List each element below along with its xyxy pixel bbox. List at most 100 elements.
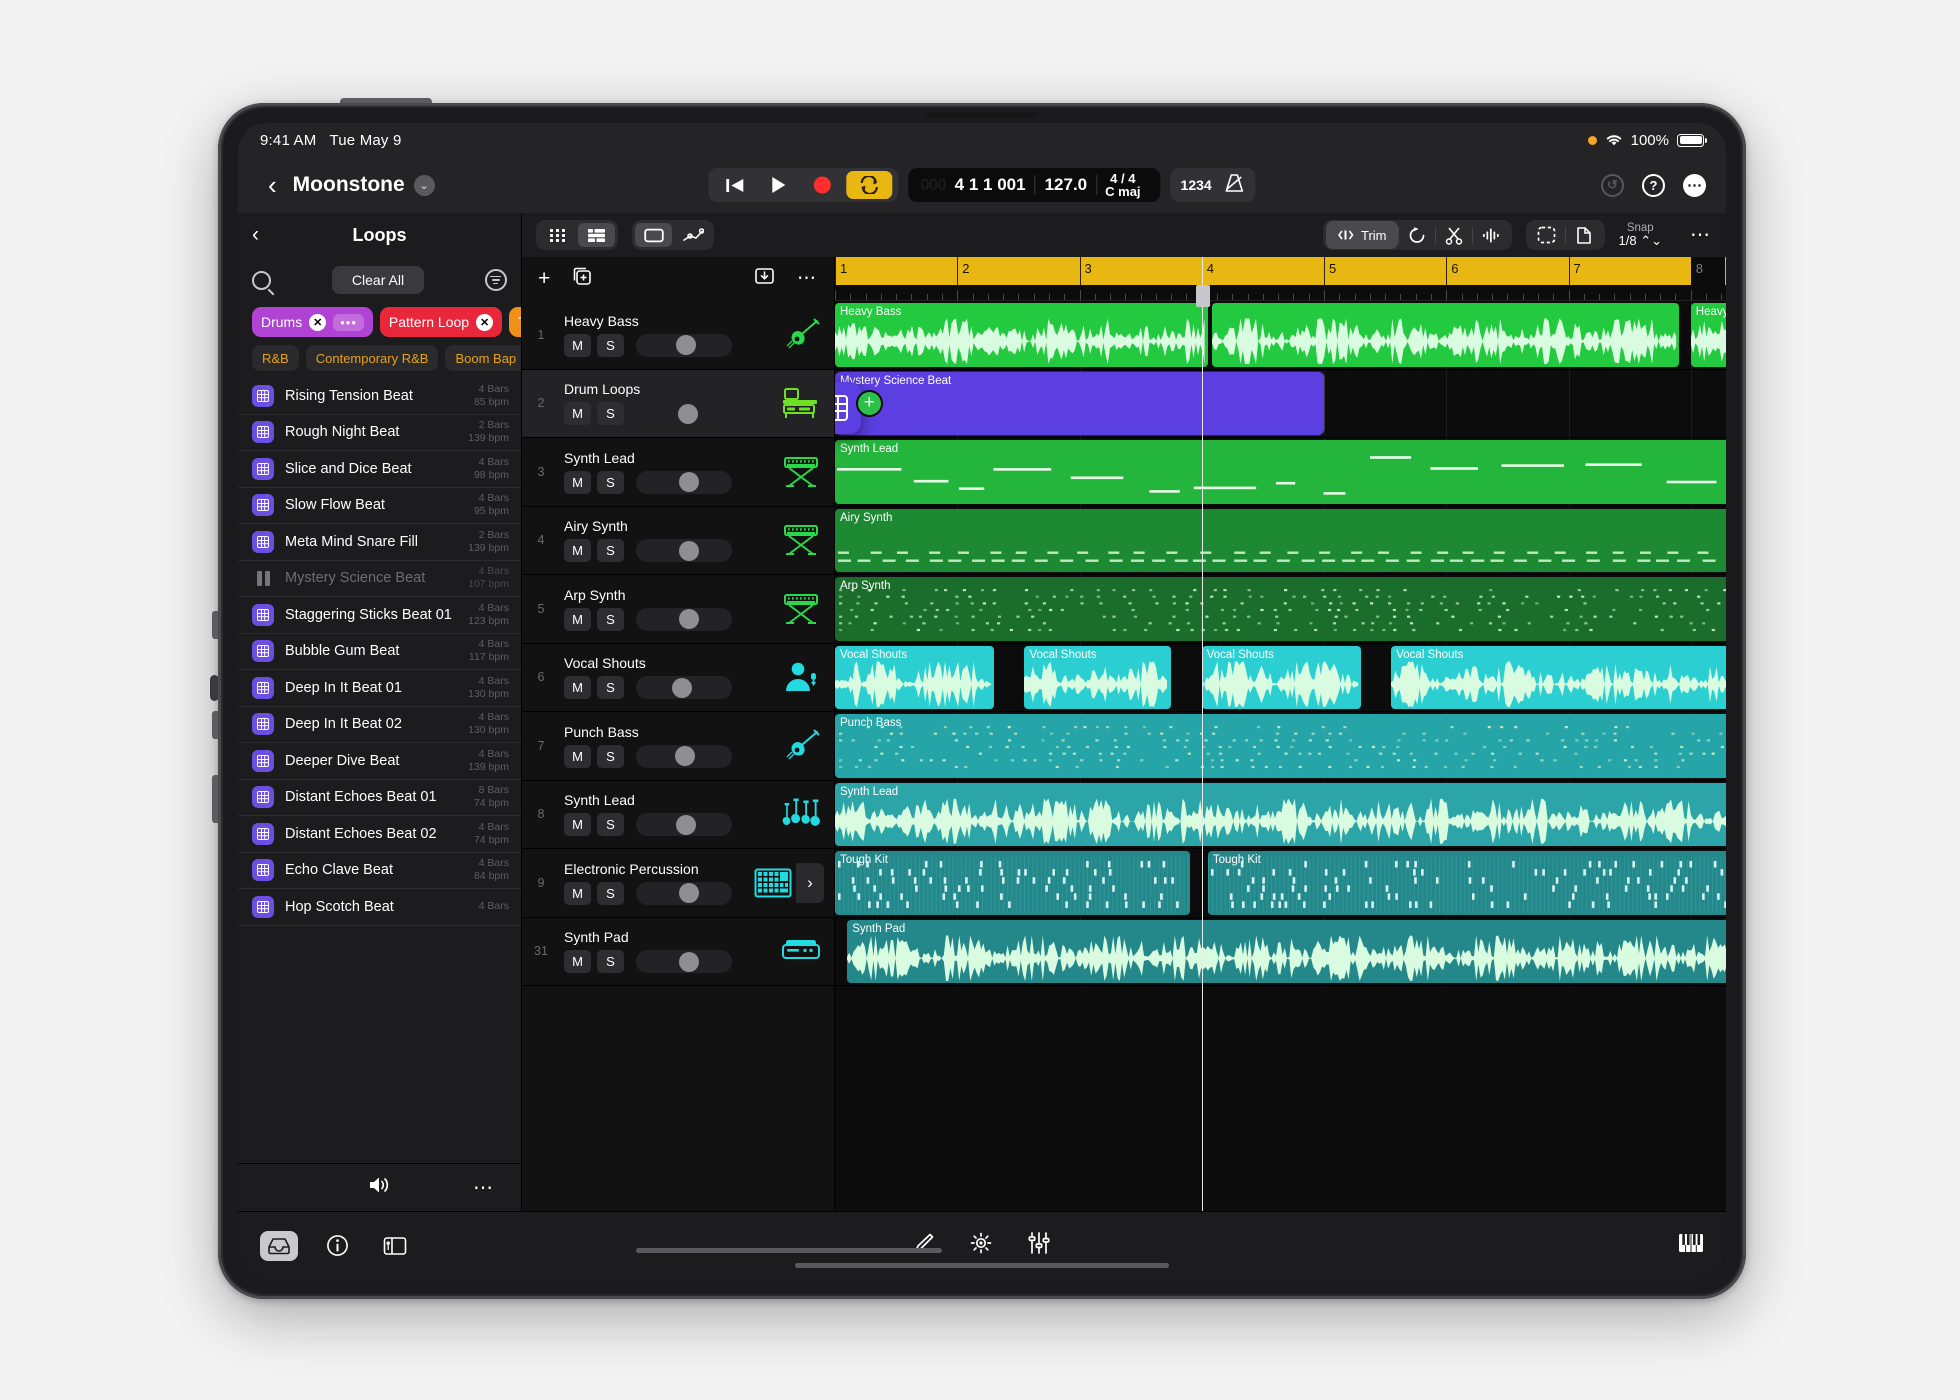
lcd-display[interactable]: 000 4 1 1 001 127.0 4 / 4 C maj bbox=[908, 168, 1161, 202]
track-instrument-icon[interactable] bbox=[778, 318, 824, 352]
track-instrument-icon[interactable] bbox=[778, 729, 824, 763]
region-mode-icon[interactable] bbox=[635, 223, 672, 247]
solo-button[interactable]: S bbox=[597, 607, 624, 631]
track-instrument-icon[interactable] bbox=[750, 868, 796, 898]
help-icon[interactable]: ? bbox=[1642, 173, 1665, 197]
solo-button[interactable]: S bbox=[597, 333, 624, 357]
header-back-button[interactable]: ‹ bbox=[258, 172, 287, 198]
mixer-icon[interactable] bbox=[1027, 1231, 1051, 1260]
close-icon[interactable]: ✕ bbox=[309, 313, 327, 331]
timeline-lane[interactable]: Synth Lead bbox=[835, 438, 1726, 507]
home-indicator[interactable] bbox=[795, 1263, 1169, 1268]
timeline-region[interactable] bbox=[1211, 303, 1679, 367]
loop-list-item[interactable]: Rising Tension Beat 4 Bars 85 bpm bbox=[238, 378, 521, 415]
track-instrument-icon[interactable] bbox=[778, 523, 824, 557]
trim-tool-button[interactable]: Trim bbox=[1326, 221, 1398, 249]
count-in-button[interactable]: 1234 bbox=[1181, 177, 1212, 193]
volume-slider[interactable] bbox=[636, 539, 732, 563]
loop-list-item[interactable]: Bubble Gum Beat 4 Bars 117 bpm bbox=[238, 634, 521, 670]
timeline-lane[interactable]: Airy Synth bbox=[835, 506, 1726, 575]
automation-icon[interactable] bbox=[969, 1231, 993, 1260]
marquee-tool-icon[interactable] bbox=[1529, 221, 1565, 249]
play-button[interactable] bbox=[758, 171, 798, 199]
timeline-lane[interactable]: Mystery Science Beat bbox=[835, 369, 1726, 438]
timeline-lane[interactable]: Tough Kit Tough Kit bbox=[835, 849, 1726, 918]
fade-tool-icon[interactable] bbox=[1473, 221, 1509, 249]
track-header-row[interactable]: 7 Punch Bass M S bbox=[522, 712, 834, 781]
duplicate-tool-icon[interactable] bbox=[1566, 221, 1602, 249]
timeline-lane[interactable]: Punch Bass bbox=[835, 712, 1726, 781]
playhead[interactable] bbox=[1195, 257, 1210, 1211]
timeline-region[interactable]: Vocal Shouts bbox=[835, 645, 994, 709]
volume-down-button[interactable] bbox=[212, 711, 218, 739]
search-icon[interactable] bbox=[252, 270, 271, 290]
track-header-row[interactable]: 1 Heavy Bass M S bbox=[522, 301, 834, 370]
track-header-row[interactable]: 8 Synth Lead M S bbox=[522, 781, 834, 849]
volume-slider[interactable] bbox=[636, 470, 732, 494]
add-region-badge-icon[interactable]: + bbox=[855, 389, 883, 417]
loop-list-item[interactable]: Mystery Science Beat 4 Bars 107 bpm bbox=[238, 561, 521, 597]
timeline-region[interactable]: Vocal Shouts bbox=[1201, 645, 1361, 709]
loop-list-item[interactable]: Distant Echoes Beat 02 4 Bars 74 bpm bbox=[238, 816, 521, 853]
filter-chip-trap[interactable]: Trap ✕ bbox=[509, 307, 521, 337]
track-instrument-icon[interactable] bbox=[778, 455, 824, 489]
snap-selector[interactable]: Snap 1/8 ⌃⌄ bbox=[1619, 222, 1668, 248]
timeline-lane[interactable]: Vocal Shouts Vocal Shouts Vocal Shouts Voca… bbox=[835, 643, 1726, 712]
timeline-region[interactable]: Tough Kit bbox=[1207, 851, 1726, 915]
solo-button[interactable]: S bbox=[597, 539, 624, 563]
add-track-icon[interactable]: + bbox=[538, 267, 550, 291]
filter-chip-pattern-loop[interactable]: Pattern Loop ✕ bbox=[379, 307, 503, 337]
filter-chip-drums[interactable]: Drums ✕ ••• bbox=[252, 307, 373, 337]
track-header-row[interactable]: 9 Electronic Percussion M S › bbox=[522, 849, 834, 918]
timeline-region[interactable]: Synth Pad bbox=[847, 919, 1726, 983]
timeline-lane[interactable]: Synth Pad bbox=[835, 917, 1726, 986]
pencil-icon[interactable] bbox=[913, 1232, 935, 1259]
timeline-region[interactable]: Synth Lead bbox=[835, 782, 1726, 846]
mute-button[interactable]: M bbox=[564, 881, 591, 905]
track-instrument-icon[interactable] bbox=[778, 592, 824, 626]
filter-icon[interactable] bbox=[484, 269, 507, 291]
loop-list-item[interactable]: Rough Night Beat 2 Bars 139 bpm bbox=[238, 415, 521, 451]
track-instrument-icon[interactable] bbox=[778, 797, 824, 831]
timeline-region[interactable]: Vocal Shouts bbox=[1391, 645, 1726, 709]
track-instrument-icon[interactable] bbox=[778, 937, 824, 965]
solo-button[interactable]: S bbox=[597, 950, 624, 974]
timeline-region[interactable]: Mystery Science Beat bbox=[835, 371, 1324, 435]
timeline-region[interactable]: Heavy Bass bbox=[1690, 303, 1726, 367]
solo-button[interactable]: S bbox=[597, 402, 624, 426]
solo-button[interactable]: S bbox=[597, 676, 624, 700]
mute-button[interactable]: M bbox=[564, 470, 591, 494]
timeline-region[interactable]: Arp Synth bbox=[835, 577, 1726, 641]
power-button[interactable] bbox=[340, 98, 432, 105]
record-button[interactable] bbox=[802, 171, 842, 199]
timeline-region[interactable]: Vocal Shouts bbox=[1024, 645, 1172, 709]
mute-button[interactable]: M bbox=[564, 333, 591, 357]
info-icon[interactable] bbox=[318, 1231, 356, 1261]
track-header-row[interactable]: 2 Drum Loops M S bbox=[522, 369, 834, 438]
loop-list-item[interactable]: Deep In It Beat 02 4 Bars 130 bpm bbox=[238, 707, 521, 743]
mute-button[interactable]: M bbox=[564, 607, 591, 631]
timeline-lane[interactable]: Heavy Bass Heavy Bass bbox=[835, 301, 1726, 370]
automation-mode-icon[interactable] bbox=[674, 223, 711, 247]
playhead-handle[interactable] bbox=[1195, 285, 1210, 307]
volume-up-button[interactable] bbox=[212, 611, 218, 639]
loop-list-item[interactable]: Echo Clave Beat 4 Bars 84 bpm bbox=[238, 853, 521, 889]
track-header-row[interactable]: 4 Airy Synth M S bbox=[522, 507, 834, 575]
loop-list[interactable]: Rising Tension Beat 4 Bars 85 bpm Rough Nig… bbox=[238, 378, 521, 1163]
timeline-region[interactable]: Airy Synth bbox=[835, 508, 1726, 572]
chevron-down-icon[interactable]: ⌄ bbox=[413, 174, 435, 196]
volume-slider[interactable] bbox=[636, 881, 732, 905]
mute-button[interactable]: M bbox=[564, 676, 591, 700]
track-instrument-icon[interactable] bbox=[778, 660, 824, 694]
loop-browser-icon[interactable] bbox=[260, 1230, 298, 1261]
grid-view-icon[interactable] bbox=[539, 223, 576, 247]
metronome-icon[interactable] bbox=[1224, 172, 1246, 199]
panel-icon[interactable] bbox=[376, 1231, 414, 1261]
import-icon[interactable] bbox=[754, 266, 775, 292]
timeline-region[interactable]: Synth Lead bbox=[835, 440, 1726, 504]
loop-list-item[interactable]: Deeper Dive Beat 4 Bars 139 bpm bbox=[238, 743, 521, 780]
timeline-lanes[interactable]: Heavy Bass Heavy Bass Mystery Science Beat… bbox=[835, 301, 1726, 1211]
mute-button[interactable]: M bbox=[564, 813, 591, 837]
genre-chip-rnb[interactable]: R&B bbox=[252, 345, 299, 371]
track-view-icon[interactable] bbox=[578, 223, 615, 247]
